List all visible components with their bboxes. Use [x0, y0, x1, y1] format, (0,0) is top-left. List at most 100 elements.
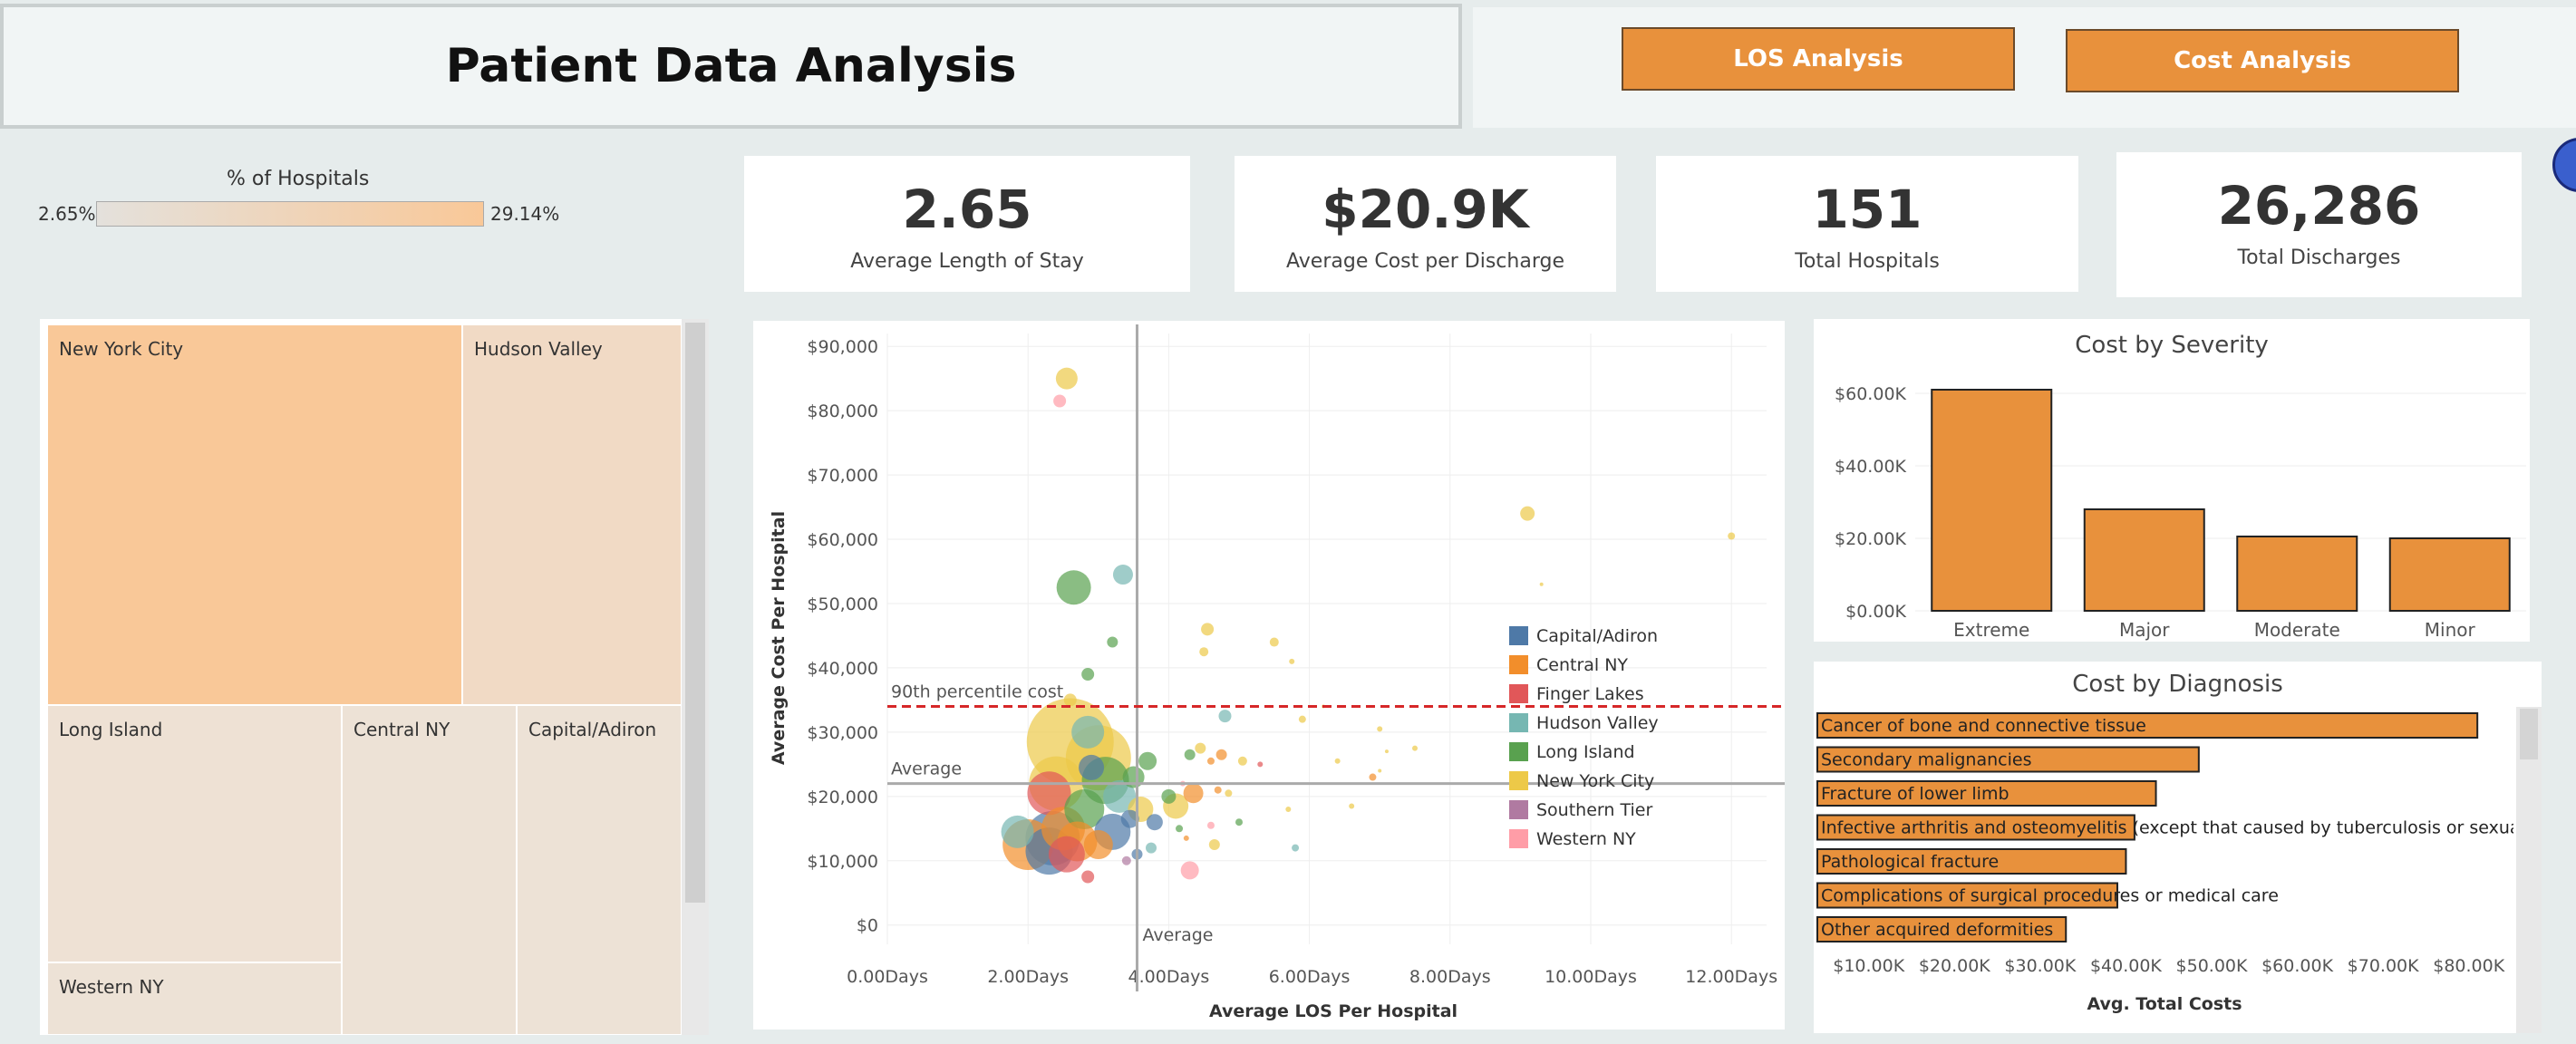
legend-label: Western NY	[1536, 829, 1636, 849]
scatter-point	[1206, 757, 1215, 765]
scatter-point	[1369, 773, 1377, 781]
severity-bar	[2083, 508, 2205, 612]
kpi-value: 26,286	[2217, 175, 2421, 237]
scatter-point	[1184, 749, 1196, 760]
scatter-point	[1195, 742, 1206, 754]
x-tick-label: $50.00K	[2176, 956, 2248, 976]
legend-label: Central NY	[1536, 655, 1628, 675]
y-tick-label: $0	[857, 916, 878, 936]
los-analysis-button[interactable]: LOS Analysis	[1622, 27, 2015, 91]
nav-panel: LOS Analysis Cost Analysis	[1473, 7, 2576, 128]
treemap-label: Hudson Valley	[474, 338, 603, 360]
x-tick-label: $10.00K	[1833, 956, 1904, 976]
color-legend-title: % of Hospitals	[227, 168, 370, 190]
kpi-value: 2.65	[902, 179, 1032, 240]
scatter-point	[1298, 715, 1306, 723]
treemap-label: Capital/Adiron	[528, 719, 657, 740]
scatter-point	[1206, 821, 1215, 829]
scatter-point	[1055, 367, 1078, 390]
scatter-point	[1053, 394, 1067, 408]
treemap-scrollbar[interactable]	[682, 319, 709, 1035]
kpi-total-discharges: 26,286 Total Discharges	[2116, 152, 2522, 297]
color-legend-max: 29.14%	[490, 203, 560, 225]
y-tick-label: $50,000	[807, 594, 878, 614]
scrollbar-thumb[interactable]	[2520, 709, 2538, 759]
scatter-point	[1161, 788, 1177, 804]
scatter-point	[1001, 815, 1034, 848]
diagnosis-label: Complications of surgical procedures or …	[1821, 886, 2279, 906]
legend-label: Hudson Valley	[1536, 713, 1659, 733]
x-tick-label: 4.00Days	[1128, 967, 1210, 987]
treemap-cell-long-island[interactable]: Long Island	[47, 705, 342, 962]
scatter-point	[1071, 715, 1105, 749]
scatter-point	[1183, 835, 1189, 841]
page-title: Patient Data Analysis	[445, 39, 1017, 93]
diagnosis-scrollbar[interactable]	[2516, 707, 2542, 1033]
x-axis-label: Avg. Total Costs	[2087, 994, 2242, 1014]
treemap-label: New York City	[59, 338, 184, 360]
scatter-point	[1412, 745, 1418, 751]
y-tick-label: $80,000	[807, 401, 878, 421]
treemap-cell-capital-adiron[interactable]: Capital/Adiron	[517, 705, 682, 1035]
scatter-point	[1237, 756, 1247, 766]
scatter-point	[1269, 637, 1279, 647]
kpi-value: $20.9K	[1322, 179, 1529, 240]
x-tick-label: $20.00K	[1919, 956, 1990, 976]
y-tick-label: $20.00K	[1835, 529, 1906, 549]
legend-swatch	[1509, 626, 1528, 645]
y-tick-label: $40,000	[807, 659, 878, 679]
scatter-point	[1180, 861, 1199, 880]
treemap-cell-hudson-valley[interactable]: Hudson Valley	[462, 324, 682, 705]
diagnosis-label: Pathological fracture	[1821, 852, 1999, 872]
diagnosis-label: Other acquired deformities	[1821, 920, 2053, 940]
kpi-total-hospitals: 151 Total Hospitals	[1656, 156, 2078, 292]
diagnosis-label: Cancer of bone and connective tissue	[1821, 716, 2146, 736]
average-los-label: Average	[1142, 925, 1213, 945]
scatter-panel: 0.00Days 2.00Days 4.00Days 6.00Days 8.00Days…	[753, 321, 1785, 1030]
scatter-point	[1539, 582, 1544, 586]
treemap-cell-central-ny[interactable]: Central NY	[342, 705, 517, 1035]
scatter-point	[1199, 647, 1209, 657]
scatter-point	[1079, 754, 1105, 780]
scatter-point	[1214, 786, 1222, 794]
scatter-point	[1048, 836, 1085, 873]
scrollbar-thumb[interactable]	[685, 323, 705, 903]
dashboard-header: Patient Data Analysis	[0, 4, 1462, 129]
color-legend-min: 2.65%	[38, 203, 96, 225]
y-tick-label: $10,000	[807, 852, 878, 872]
x-tick-label: 0.00Days	[847, 967, 928, 987]
x-tick-label: $40.00K	[2090, 956, 2162, 976]
kpi-average-cost-per-discharge: $20.9K Average Cost per Discharge	[1235, 156, 1616, 292]
scatter-point	[1107, 636, 1119, 648]
severity-bar	[2388, 537, 2511, 612]
legend-swatch	[1509, 684, 1528, 703]
diagnosis-label: Infective arthritis and osteomyelitis (e…	[1821, 818, 2542, 838]
user-avatar-icon[interactable]	[2552, 138, 2576, 192]
scatter-point	[1349, 803, 1355, 809]
scatter-point	[1257, 761, 1264, 768]
scatter-point	[1225, 789, 1233, 798]
cost-analysis-button[interactable]: Cost Analysis	[2066, 29, 2459, 92]
treemap-cell-new-york-city[interactable]: New York City	[47, 324, 462, 705]
treemap-panel: New York City Hudson Valley Long Island …	[40, 319, 709, 1035]
x-axis-label: Average LOS Per Hospital	[1209, 1001, 1457, 1021]
scatter-legend: Capital/Adiron Central NY Finger Lakes Huds…	[1509, 626, 1659, 849]
scatter-point	[1334, 758, 1341, 764]
legend-swatch	[1509, 829, 1528, 848]
legend-swatch	[1509, 742, 1528, 761]
color-legend-gradient	[96, 201, 484, 227]
treemap-cell-western-ny[interactable]: Western NY	[47, 962, 342, 1035]
x-tick-label: 10.00Days	[1545, 967, 1637, 987]
scatter-point	[1081, 668, 1095, 682]
y-axis-label: Average Cost Per Hospital	[769, 511, 789, 765]
y-tick-label: $60.00K	[1835, 384, 1906, 404]
severity-bar	[1931, 389, 2053, 612]
x-tick-label: Minor	[2425, 619, 2476, 641]
scatter-point	[1289, 658, 1295, 664]
y-tick-label: $70,000	[807, 466, 878, 486]
percentile-90-label: 90th percentile cost	[891, 682, 1063, 701]
x-tick-label: 6.00Days	[1269, 967, 1351, 987]
x-tick-label: $60.00K	[2261, 956, 2333, 976]
scatter-point	[1176, 825, 1184, 833]
scatter-point	[1183, 783, 1204, 804]
